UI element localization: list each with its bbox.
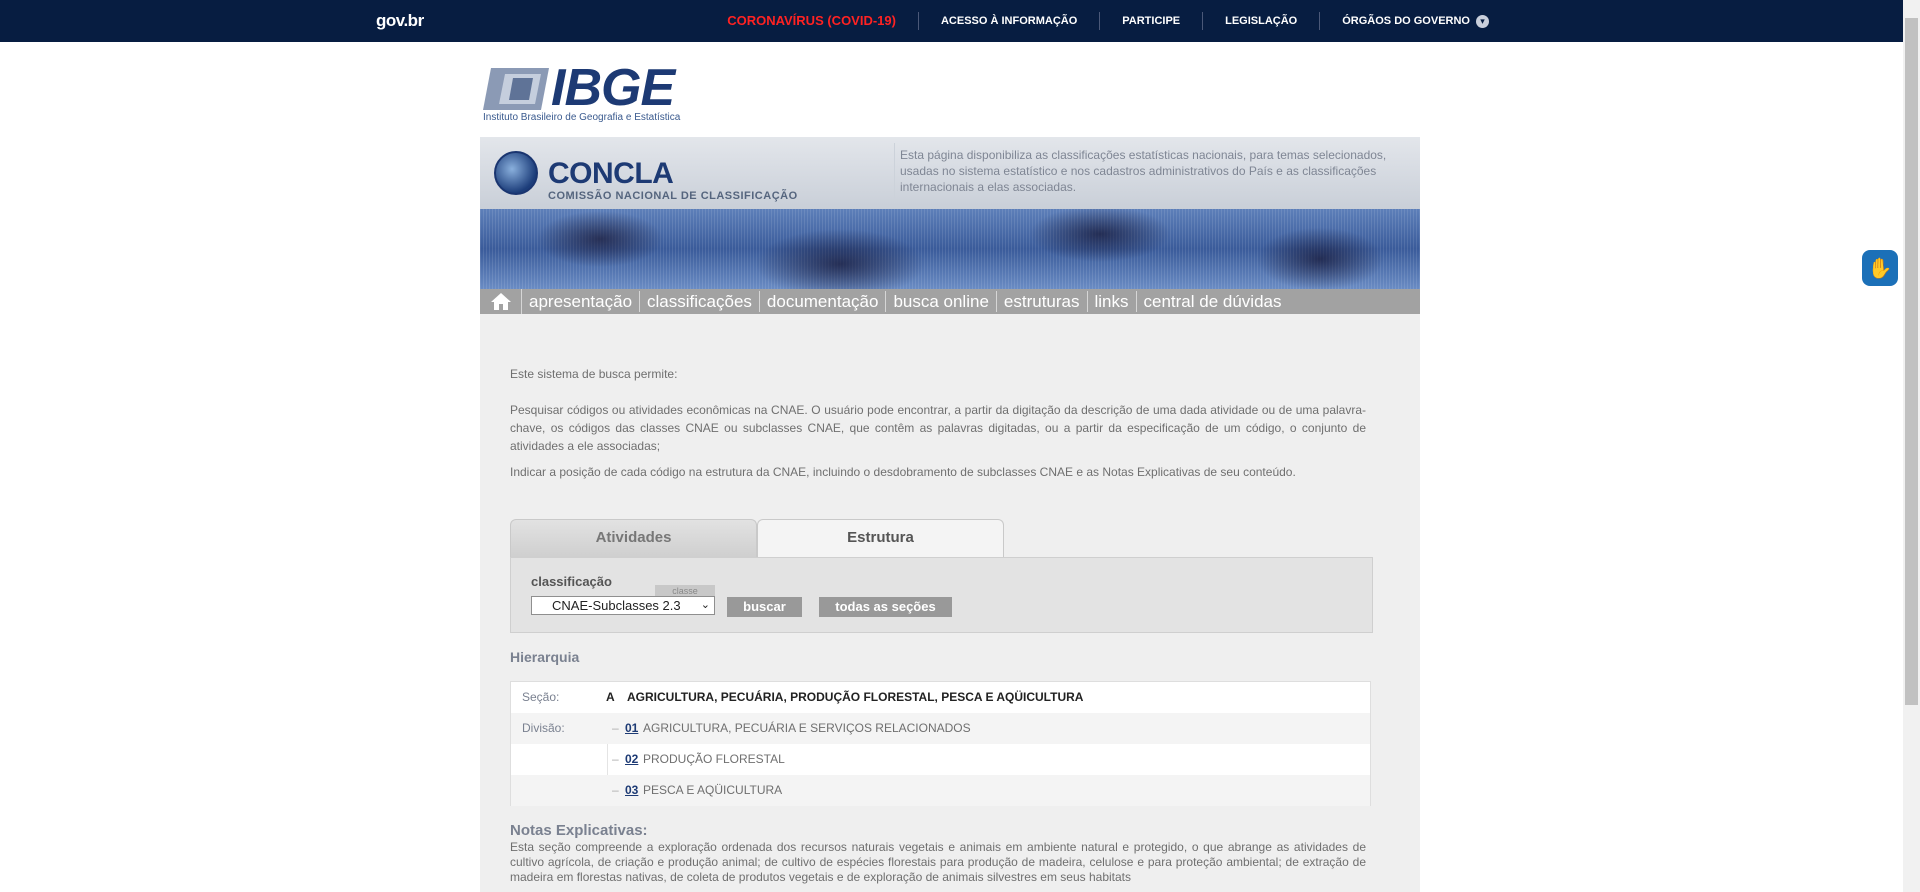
concla-header: CONCLA COMISSÃO NACIONAL DE CLASSIFICAÇÃ… bbox=[480, 137, 1420, 209]
divisao-code-link[interactable]: 01 bbox=[625, 713, 638, 744]
globe-icon bbox=[494, 151, 538, 195]
search-panel: classificação classe CNAE-Subclasses 2.3… bbox=[510, 557, 1373, 633]
intro-text: Este sistema de busca permite: Pesquisar… bbox=[510, 365, 1366, 489]
divisao-code-link[interactable]: 03 bbox=[625, 775, 638, 806]
search-tabs: Atividades Estrutura bbox=[510, 519, 1006, 557]
divisao-text: PRODUÇÃO FLORESTAL bbox=[643, 752, 785, 766]
covid-link[interactable]: CORONAVÍRUS (COVID-19) bbox=[705, 12, 918, 30]
secao-row: Seção: A AGRICULTURA, PECUÁRIA, PRODUÇÃO… bbox=[511, 682, 1370, 713]
intro-paragraph-3: Indicar a posição de cada código na estr… bbox=[510, 465, 1296, 479]
gov-links: CORONAVÍRUS (COVID-19) ACESSO À INFORMAÇ… bbox=[705, 0, 1511, 42]
menu-links[interactable]: links bbox=[1088, 291, 1137, 312]
divisao-text: PESCA E AQÜICULTURA bbox=[643, 783, 783, 797]
divisao-row: – 03 PESCA E AQÜICULTURA bbox=[511, 775, 1370, 806]
buscar-button[interactable]: buscar bbox=[727, 597, 802, 617]
legislacao-link[interactable]: LEGISLAÇÃO bbox=[1202, 12, 1319, 30]
menu-busca-online[interactable]: busca online bbox=[886, 291, 997, 312]
govbr-logo[interactable]: gov.br bbox=[376, 11, 424, 31]
divisao-label: Divisão: bbox=[522, 721, 565, 735]
classificacao-selected: CNAE-Subclasses 2.3 bbox=[552, 598, 681, 613]
intro-paragraph-1: Este sistema de busca permite: bbox=[510, 367, 678, 381]
menu-estruturas[interactable]: estruturas bbox=[997, 291, 1088, 312]
orgaos-governo-link[interactable]: ÓRGÃOS DO GOVERNO ▾ bbox=[1319, 12, 1511, 30]
home-button[interactable] bbox=[480, 289, 522, 314]
tab-atividades[interactable]: Atividades bbox=[510, 519, 757, 557]
hierarquia-title: Hierarquia bbox=[510, 649, 580, 665]
main-container: CONCLA COMISSÃO NACIONAL DE CLASSIFICAÇÃ… bbox=[480, 137, 1420, 892]
scrollbar-thumb[interactable] bbox=[1905, 18, 1918, 705]
notas-title: Notas Explicativas: bbox=[510, 822, 648, 839]
ibge-mark-icon bbox=[483, 68, 549, 110]
secao-code: A bbox=[606, 690, 615, 704]
intro-paragraph-2: Pesquisar códigos ou atividades econômic… bbox=[510, 403, 1366, 453]
home-icon bbox=[490, 293, 511, 310]
classificacao-label: classificação bbox=[531, 574, 612, 589]
hierarquia-table: Seção: A AGRICULTURA, PECUÁRIA, PRODUÇÃO… bbox=[510, 681, 1371, 806]
divisao-row: – 02 PRODUÇÃO FLORESTAL bbox=[511, 744, 1370, 775]
menu-apresentacao[interactable]: apresentação bbox=[522, 291, 641, 312]
main-menu: apresentação classificações documentação… bbox=[480, 289, 1420, 314]
sign-language-button[interactable]: ✋ bbox=[1862, 250, 1898, 286]
acesso-informacao-link[interactable]: ACESSO À INFORMAÇÃO bbox=[917, 12, 1099, 30]
concla-subtitle: COMISSÃO NACIONAL DE CLASSIFICAÇÃO bbox=[548, 190, 798, 202]
gov-top-bar: gov.br CORONAVÍRUS (COVID-19) ACESSO À I… bbox=[0, 0, 1903, 42]
tab-estrutura[interactable]: Estrutura bbox=[757, 519, 1004, 557]
notas-text: Esta seção compreende a exploração orden… bbox=[510, 840, 1366, 884]
chevron-down-icon: ⌄ bbox=[700, 599, 710, 611]
concla-title[interactable]: CONCLA bbox=[548, 157, 674, 191]
concla-description: Esta página disponibiliza as classificaç… bbox=[900, 148, 1387, 194]
hand-icon: ✋ bbox=[1867, 257, 1893, 280]
participe-link[interactable]: PARTICIPE bbox=[1099, 12, 1202, 30]
world-map-banner bbox=[480, 209, 1420, 289]
menu-central-duvidas[interactable]: central de dúvidas bbox=[1137, 291, 1289, 312]
divisao-row: Divisão: – 01 AGRICULTURA, PECUÁRIA E SE… bbox=[511, 713, 1370, 744]
todas-secoes-button[interactable]: todas as seções bbox=[819, 597, 952, 617]
ibge-subtitle: Instituto Brasileiro de Geografia e Esta… bbox=[483, 112, 681, 123]
ibge-logo[interactable]: IBGE Instituto Brasileiro de Geografia e… bbox=[483, 59, 703, 126]
header-divider bbox=[894, 143, 895, 203]
chevron-down-icon: ▾ bbox=[1476, 14, 1489, 28]
menu-documentacao[interactable]: documentação bbox=[760, 291, 887, 312]
secao-text: AGRICULTURA, PECUÁRIA, PRODUÇÃO FLORESTA… bbox=[627, 690, 1084, 704]
secao-label: Seção: bbox=[522, 690, 560, 704]
divisao-text: AGRICULTURA, PECUÁRIA E SERVIÇOS RELACIO… bbox=[643, 721, 971, 735]
ibge-title: IBGE bbox=[551, 59, 675, 117]
divisao-code-link[interactable]: 02 bbox=[625, 744, 638, 775]
classificacao-select[interactable]: CNAE-Subclasses 2.3 ⌄ bbox=[531, 596, 715, 615]
menu-classificacoes[interactable]: classificações bbox=[640, 291, 760, 312]
orgaos-governo-label: ÓRGÃOS DO GOVERNO bbox=[1342, 15, 1470, 27]
